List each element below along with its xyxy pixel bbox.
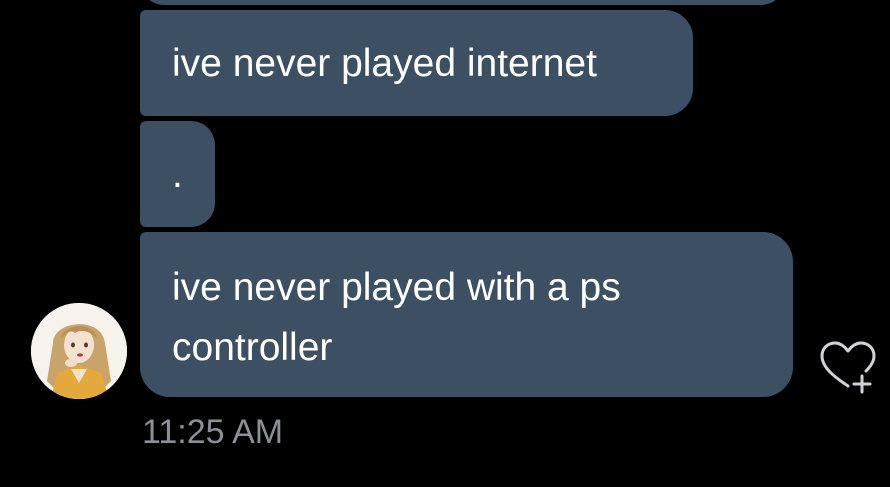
message-bubble[interactable]: . [140, 121, 215, 227]
message-bubble[interactable]: ive never played internet [140, 10, 693, 116]
message-bubble[interactable]: ive never played with a ps controller [140, 232, 793, 397]
react-heart-plus-button[interactable] [818, 340, 880, 396]
avatar-illustration [31, 303, 127, 399]
timestamp: 11:25 AM [142, 413, 284, 451]
message-bubble-previous[interactable] [140, 0, 785, 5]
heart-plus-icon [820, 341, 876, 394]
message-text: ive never played internet [172, 42, 597, 85]
message-text: . [172, 153, 183, 196]
avatar[interactable] [31, 303, 127, 399]
message-text: ive never played with a ps controller [172, 266, 621, 369]
